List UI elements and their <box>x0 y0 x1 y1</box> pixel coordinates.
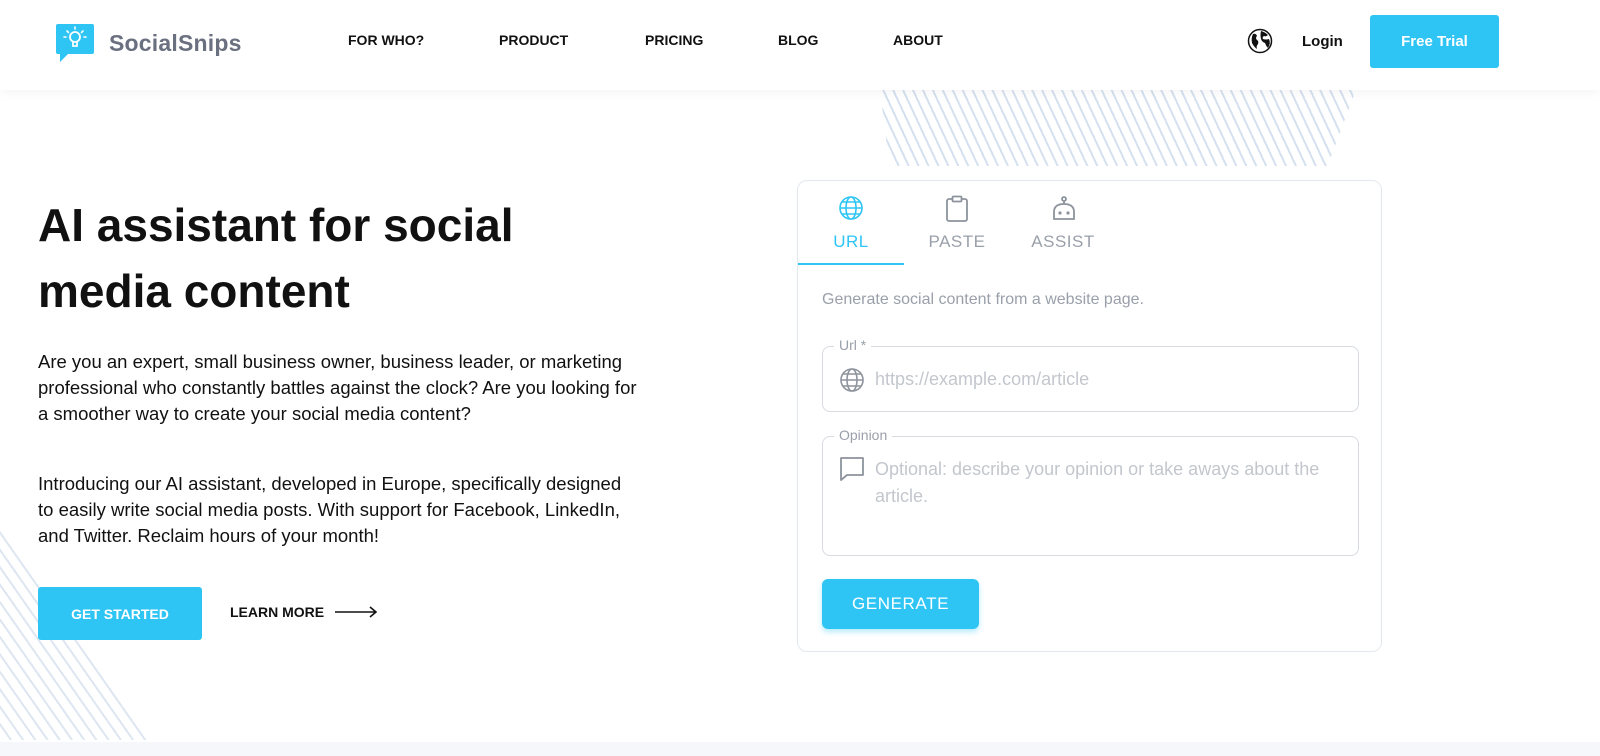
logo[interactable]: SocialSnips <box>54 22 242 64</box>
url-field-label: Url * <box>834 337 872 353</box>
arrow-right-icon <box>335 606 378 618</box>
nav-item-about[interactable]: ABOUT <box>893 32 943 48</box>
robot-icon <box>1053 196 1075 220</box>
nav-item-for-who[interactable]: FOR WHO? <box>348 32 424 48</box>
comment-icon <box>840 457 864 481</box>
nav-item-pricing[interactable]: PRICING <box>645 32 703 48</box>
site-header: SocialSnips FOR WHO? PRODUCT PRICING BLO… <box>0 0 1600 90</box>
tab-label: URL <box>833 232 869 251</box>
tab-url[interactable]: URL <box>798 181 904 265</box>
url-field: Url * <box>822 337 1359 412</box>
login-link[interactable]: Login <box>1302 33 1343 50</box>
brand-name: SocialSnips <box>109 29 242 56</box>
globe-icon[interactable] <box>1247 28 1273 54</box>
hero-paragraph: Are you an expert, small business owner,… <box>38 351 637 424</box>
url-input[interactable] <box>875 366 1345 392</box>
generator-description: Generate social content from a website p… <box>822 291 1144 308</box>
nav-item-blog[interactable]: BLOG <box>778 32 818 48</box>
tab-label: PASTE <box>928 232 986 251</box>
lightbulb-chat-icon <box>56 24 94 62</box>
clipboard-icon <box>946 195 968 222</box>
opinion-field: Opinion <box>822 427 1359 556</box>
page: SocialSnips FOR WHO? PRODUCT PRICING BLO… <box>0 0 1600 756</box>
hero-title: AI assistant for social media content <box>38 199 514 317</box>
hero-paragraph: Introducing our AI assistant, developed … <box>38 473 622 546</box>
learn-more-link[interactable]: LEARN MORE <box>230 604 378 620</box>
next-section-edge <box>0 742 1600 756</box>
opinion-field-label: Opinion <box>834 427 893 443</box>
globe-icon <box>839 196 863 220</box>
tab-assist[interactable]: ASSIST <box>1010 181 1116 265</box>
opinion-input[interactable] <box>875 456 1345 546</box>
tab-paste[interactable]: PASTE <box>904 181 1010 265</box>
globe-icon <box>840 368 864 392</box>
learn-more-label: LEARN MORE <box>230 604 325 620</box>
free-trial-button[interactable]: Free Trial <box>1370 15 1499 68</box>
nav-item-product[interactable]: PRODUCT <box>499 32 568 48</box>
tab-label: ASSIST <box>1031 232 1095 251</box>
generate-button[interactable]: GENERATE <box>822 579 979 629</box>
generator-card: URL PASTE ASSIST Generate social content… <box>797 180 1382 652</box>
decorative-stripes <box>880 90 1356 166</box>
get-started-button[interactable]: GET STARTED <box>38 587 202 640</box>
